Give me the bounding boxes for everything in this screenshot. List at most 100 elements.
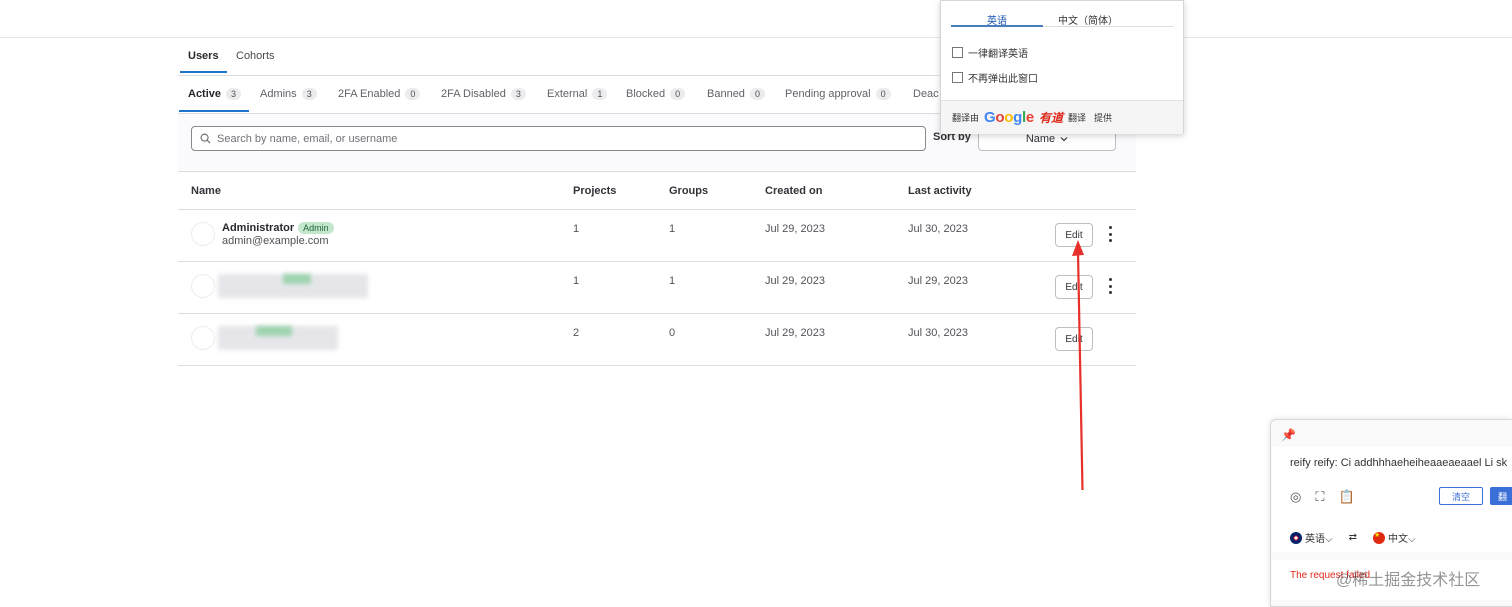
tab-label: Admins: [260, 88, 297, 100]
tab-external[interactable]: External 1: [547, 88, 608, 100]
count-badge: 3: [226, 88, 242, 100]
uk-flag-icon: [1290, 531, 1302, 544]
more-actions-icon[interactable]: [1106, 278, 1114, 294]
watermark: @稀土掘金技术社区: [1336, 572, 1481, 589]
user-name-text: Administrator: [222, 222, 295, 234]
source-language-select[interactable]: 英语⌵: [1290, 530, 1333, 545]
google-logo: Google: [984, 109, 1034, 126]
tab-label: External: [547, 88, 588, 100]
redacted-badge: [256, 326, 292, 336]
tab-label: Active: [188, 88, 222, 100]
source-text: reify reify: Ci addhhhaeheiheaaeaeaael L…: [1290, 457, 1508, 469]
checkbox[interactable]: [952, 72, 963, 83]
table-row: 2 0 Jul 29, 2023 Jul 30, 2023 Edit: [178, 314, 1136, 366]
tab-banned[interactable]: Banned 0: [707, 88, 765, 100]
never-popup-option[interactable]: 不再弹出此窗口: [952, 70, 1038, 85]
swap-icon[interactable]: ⇄: [1349, 532, 1357, 543]
option-label: 一律翻译英语: [968, 49, 1028, 60]
tab-label: Pending approval: [785, 88, 871, 100]
tab-blocked[interactable]: Blocked 0: [626, 88, 686, 100]
tab-2fa-enabled[interactable]: 2FA Enabled 0: [338, 88, 421, 100]
always-translate-option[interactable]: 一律翻译英语: [952, 45, 1028, 60]
tab-deactivated[interactable]: Deac: [913, 88, 939, 100]
tab-label: Banned: [707, 88, 745, 100]
avatar[interactable]: [191, 326, 215, 350]
admin-badge: Admin: [298, 222, 334, 234]
chevron-down-icon: [1060, 136, 1068, 141]
projects-count: 1: [573, 275, 580, 287]
crop-icon[interactable]: ⛶: [1315, 489, 1324, 505]
last-activity: Jul 30, 2023: [908, 223, 968, 235]
tab-cohorts[interactable]: Cohorts: [236, 50, 275, 62]
annotation-arrow: [1072, 240, 1084, 491]
created-on: Jul 29, 2023: [765, 275, 825, 287]
youdao-logo: 有道: [1038, 111, 1063, 125]
projects-count: 1: [573, 223, 580, 235]
avatar[interactable]: [191, 222, 215, 246]
search-input[interactable]: [217, 132, 907, 145]
tab-label: 2FA Disabled: [441, 88, 506, 100]
target-language: 中文: [1387, 533, 1408, 545]
translate-button[interactable]: 翻: [1490, 487, 1512, 505]
header-last-activity[interactable]: Last activity: [908, 185, 972, 197]
footer-suffix: 提供: [1093, 113, 1112, 123]
table-row: 1 1 Jul 29, 2023 Jul 29, 2023 Edit: [178, 262, 1136, 314]
count-badge: 0: [405, 88, 421, 100]
active-tab-indicator: [951, 25, 1043, 27]
user-email: admin@example.com: [222, 235, 329, 247]
header-name[interactable]: Name: [191, 185, 221, 197]
tab-target-chinese[interactable]: 中文（简体）: [1058, 12, 1118, 27]
redacted-badge: [283, 274, 311, 284]
table-row: Administrator Admin admin@example.com 1 …: [178, 210, 1136, 262]
last-activity: Jul 30, 2023: [908, 327, 968, 339]
pin-icon[interactable]: 📌: [1281, 428, 1296, 442]
created-on: Jul 29, 2023: [765, 327, 825, 339]
table-header: Name Projects Groups Created on Last act…: [178, 172, 1136, 210]
search-icon: [200, 133, 211, 144]
language-selector: 英语⌵ ⇄ 中文⌵: [1272, 522, 1512, 552]
groups-count: 1: [669, 275, 676, 287]
search-box[interactable]: [191, 126, 926, 151]
projects-count: 2: [573, 327, 580, 339]
top-bar: [0, 0, 1512, 38]
clipboard-icon[interactable]: 📋: [1338, 489, 1354, 505]
option-label: 不再弹出此窗口: [968, 74, 1038, 85]
clear-button[interactable]: 清空: [1439, 487, 1483, 505]
source-language: 英语: [1305, 533, 1325, 545]
header-projects[interactable]: Projects: [573, 185, 616, 197]
tab-pending-approval[interactable]: Pending approval 0: [785, 88, 891, 100]
tab-label: Deac: [913, 88, 939, 100]
tab-label: 2FA Enabled: [338, 88, 401, 100]
footer-prefix: 翻译由: [952, 113, 980, 123]
groups-count: 1: [669, 223, 676, 235]
tab-2fa-disabled[interactable]: 2FA Disabled 3: [441, 88, 526, 100]
target-language-select[interactable]: 中文⌵: [1372, 530, 1416, 545]
user-name[interactable]: Administrator Admin: [222, 222, 334, 234]
count-badge: 1: [592, 88, 608, 100]
header-groups[interactable]: Groups: [669, 185, 708, 197]
target-icon[interactable]: ◎: [1290, 489, 1301, 505]
tab-users[interactable]: Users: [180, 50, 227, 73]
sort-value: Name: [1025, 132, 1056, 145]
groups-count: 0: [669, 327, 676, 339]
avatar[interactable]: [191, 274, 215, 298]
panel-tools: ◎ ⛶ 📋: [1290, 489, 1355, 505]
count-badge: 0: [670, 88, 686, 100]
source-text-area[interactable]: reify reify: Ci addhhhaeheiheaaeaeaael L…: [1272, 447, 1512, 531]
count-badge: 3: [301, 88, 317, 100]
china-flag-icon: [1372, 531, 1385, 544]
tab-active[interactable]: Active 3: [178, 88, 250, 112]
checkbox[interactable]: [952, 47, 963, 58]
created-on: Jul 29, 2023: [765, 223, 825, 235]
tab-admins[interactable]: Admins 3: [260, 88, 317, 100]
count-badge: 0: [875, 88, 891, 100]
tab-label: Blocked: [626, 88, 666, 100]
header-created-on[interactable]: Created on: [765, 185, 822, 197]
count-badge: 3: [510, 88, 526, 100]
translate-popup: 英语 中文（简体） 一律翻译英语 不再弹出此窗口 翻译由 Google 有道 翻…: [940, 0, 1184, 134]
more-actions-icon[interactable]: [1106, 226, 1114, 242]
last-activity: Jul 29, 2023: [908, 275, 968, 287]
footer-mid: 翻译: [1067, 113, 1086, 123]
count-badge: 0: [749, 88, 765, 100]
translate-footer: 翻译由 Google 有道 翻译 提供: [941, 100, 1183, 134]
